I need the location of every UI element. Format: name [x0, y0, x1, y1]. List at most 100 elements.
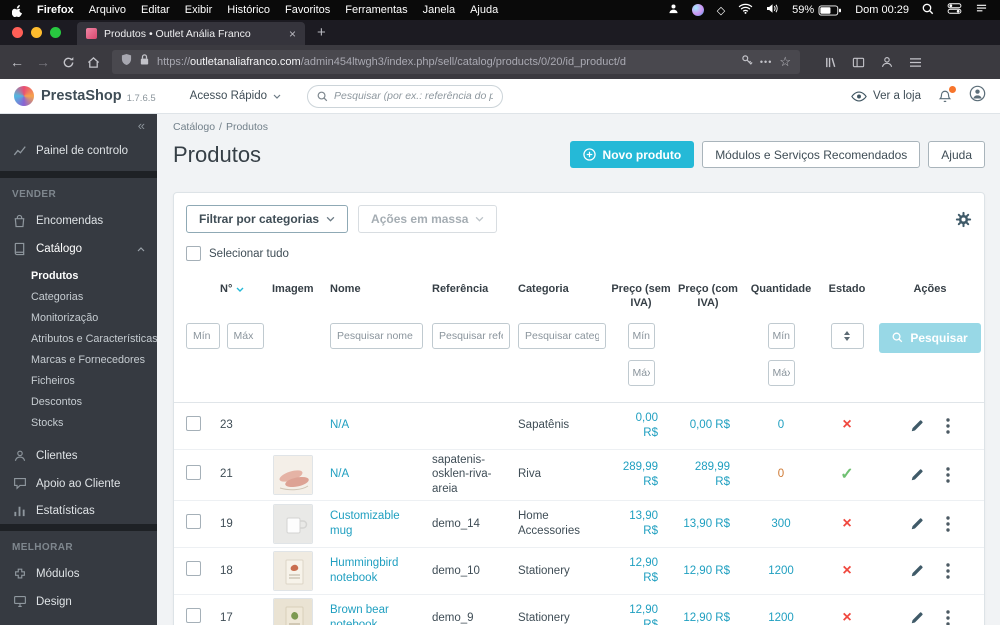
wifi-icon[interactable] [738, 3, 753, 17]
column-header-price-incl[interactable]: Preço (com IVA) [672, 283, 744, 311]
notifications-bell-icon[interactable] [938, 84, 957, 104]
menubar-item-ferramentas[interactable]: Ferramentas [345, 4, 407, 16]
row-menu-kebab-icon[interactable] [946, 610, 950, 625]
sidebar-item-estatisticas[interactable]: Estatísticas [0, 497, 157, 524]
address-bar[interactable]: https://outletanaliafranco.com/admin454l… [112, 50, 800, 74]
menubar-clock[interactable]: Dom 00:29 [855, 4, 909, 16]
column-header-name[interactable]: Nome [322, 283, 424, 297]
filter-reference-input[interactable] [432, 322, 510, 349]
menubar-app-name[interactable]: Firefox [37, 4, 74, 16]
menubar-item-historico[interactable]: Histórico [227, 4, 270, 16]
edit-pencil-icon[interactable] [910, 468, 924, 482]
product-name-link[interactable]: N/A [330, 419, 349, 431]
sidebar-toggle-icon[interactable] [852, 56, 865, 69]
row-checkbox[interactable] [186, 561, 201, 577]
user-switch-icon[interactable] [668, 3, 679, 17]
key-icon[interactable] [741, 53, 753, 71]
select-all-checkbox[interactable] [186, 246, 201, 261]
filter-price-excl-max-input[interactable] [627, 359, 655, 386]
row-menu-kebab-icon[interactable] [946, 417, 950, 434]
tab-close-icon[interactable]: × [289, 27, 296, 41]
row-checkbox[interactable] [186, 514, 201, 530]
control-center-icon[interactable] [947, 3, 962, 17]
status-disabled-icon[interactable]: × [842, 609, 851, 625]
quantity-link[interactable]: 0 [778, 468, 784, 480]
menubar-item-editar[interactable]: Editar [141, 4, 170, 16]
sidebar-subitem-descontos[interactable]: Descontos [0, 391, 157, 412]
sidebar-item-painel-de-controlo[interactable]: Painel de controlo [0, 135, 157, 171]
bulk-actions-button[interactable]: Ações em massa [358, 205, 498, 233]
filter-id-max-input[interactable] [226, 322, 264, 349]
filter-id-min-input[interactable] [186, 322, 220, 349]
sidebar-item-apoio-ao-cliente[interactable]: Apoio ao Cliente [0, 470, 157, 497]
status-disabled-icon[interactable]: × [842, 562, 851, 579]
edit-pencil-icon[interactable] [910, 419, 924, 433]
filter-category-input[interactable] [518, 322, 606, 349]
sidebar-item-clientes[interactable]: Clientes [0, 442, 157, 470]
view-shop-link[interactable]: Ver a loja [851, 90, 921, 102]
menubar-item-exibir[interactable]: Exibir [185, 4, 213, 16]
product-name-link[interactable]: Customizable mug [330, 510, 400, 537]
quantity-link[interactable]: 1200 [768, 612, 794, 624]
account-icon[interactable] [880, 55, 894, 69]
filter-quantity-min-input[interactable] [767, 322, 795, 349]
forward-button[interactable]: → [36, 54, 50, 70]
product-name-link[interactable]: N/A [330, 468, 349, 480]
quantity-link[interactable]: 300 [771, 518, 790, 530]
row-menu-kebab-icon[interactable] [946, 563, 950, 580]
sidebar-item-design[interactable]: Design [0, 588, 157, 615]
close-window-button[interactable] [12, 27, 23, 38]
sidebar-subitem-categorias[interactable]: Categorias [0, 286, 157, 307]
spotlight-icon[interactable] [922, 3, 934, 18]
filter-categories-button[interactable]: Filtrar por categorias [186, 205, 349, 233]
sidebar-item-encomendas[interactable]: Encomendas [0, 207, 157, 235]
row-menu-kebab-icon[interactable] [946, 516, 950, 533]
admin-search-input[interactable] [334, 90, 494, 102]
home-button[interactable] [87, 56, 100, 69]
sidebar-item-catalogo[interactable]: Catálogo [0, 235, 157, 263]
filter-quantity-max-input[interactable] [767, 359, 795, 386]
back-button[interactable]: ← [10, 54, 24, 70]
profile-icon[interactable] [969, 85, 986, 107]
edit-pencil-icon[interactable] [910, 564, 924, 578]
status-filter-select[interactable] [830, 322, 864, 349]
table-search-button[interactable]: Pesquisar [879, 322, 981, 353]
edit-pencil-icon[interactable] [910, 517, 924, 531]
reload-button[interactable] [62, 56, 75, 69]
row-checkbox[interactable] [186, 608, 201, 624]
grid-settings-gear-icon[interactable] [955, 211, 972, 228]
product-name-link[interactable]: Hummingbird notebook [330, 557, 398, 584]
quantity-link[interactable]: 1200 [768, 565, 794, 577]
new-product-button[interactable]: Novo produto [569, 141, 695, 168]
diamond-status-icon[interactable]: ◇ [717, 4, 725, 17]
filter-name-input[interactable] [330, 322, 423, 349]
filter-price-excl-min-input[interactable] [627, 322, 655, 349]
menu-hamburger-icon[interactable] [909, 57, 922, 68]
sidebar-subitem-monitorizacao[interactable]: Monitorização [0, 307, 157, 328]
bookmark-star-icon[interactable]: ☆ [779, 54, 791, 70]
product-name-link[interactable]: Brown bear notebook [330, 604, 389, 625]
column-header-reference[interactable]: Referência [424, 283, 510, 297]
row-menu-kebab-icon[interactable] [946, 467, 950, 483]
status-disabled-icon[interactable]: × [842, 416, 851, 433]
edit-pencil-icon[interactable] [910, 611, 924, 625]
sidebar-collapse-button[interactable]: « [0, 114, 157, 135]
new-tab-button[interactable]: + [317, 24, 326, 41]
column-header-quantity[interactable]: Quantidade [744, 283, 818, 297]
sidebar-subitem-produtos[interactable]: Produtos [0, 265, 157, 286]
column-header-price-excl[interactable]: Preço (sem IVA) [610, 283, 672, 311]
sidebar-subitem-ficheiros[interactable]: Ficheiros [0, 370, 157, 391]
volume-icon[interactable] [766, 3, 779, 17]
menubar-item-arquivo[interactable]: Arquivo [89, 4, 126, 16]
sidebar-subitem-atributos-e-caracteristicas[interactable]: Atributos e Características [0, 328, 157, 349]
zoom-window-button[interactable] [50, 27, 61, 38]
help-button[interactable]: Ajuda [928, 141, 985, 168]
breadcrumb-parent[interactable]: Catálogo [173, 121, 215, 133]
browser-tab[interactable]: Produtos • Outlet Anália Franco × [77, 22, 305, 45]
column-header-category[interactable]: Categoria [510, 283, 610, 297]
status-enabled-icon[interactable]: ✓ [840, 466, 853, 483]
apple-menu-icon[interactable] [12, 4, 23, 17]
column-header-id[interactable]: N° [212, 283, 264, 297]
tracking-protection-icon[interactable] [121, 53, 132, 71]
row-checkbox[interactable] [186, 415, 201, 431]
